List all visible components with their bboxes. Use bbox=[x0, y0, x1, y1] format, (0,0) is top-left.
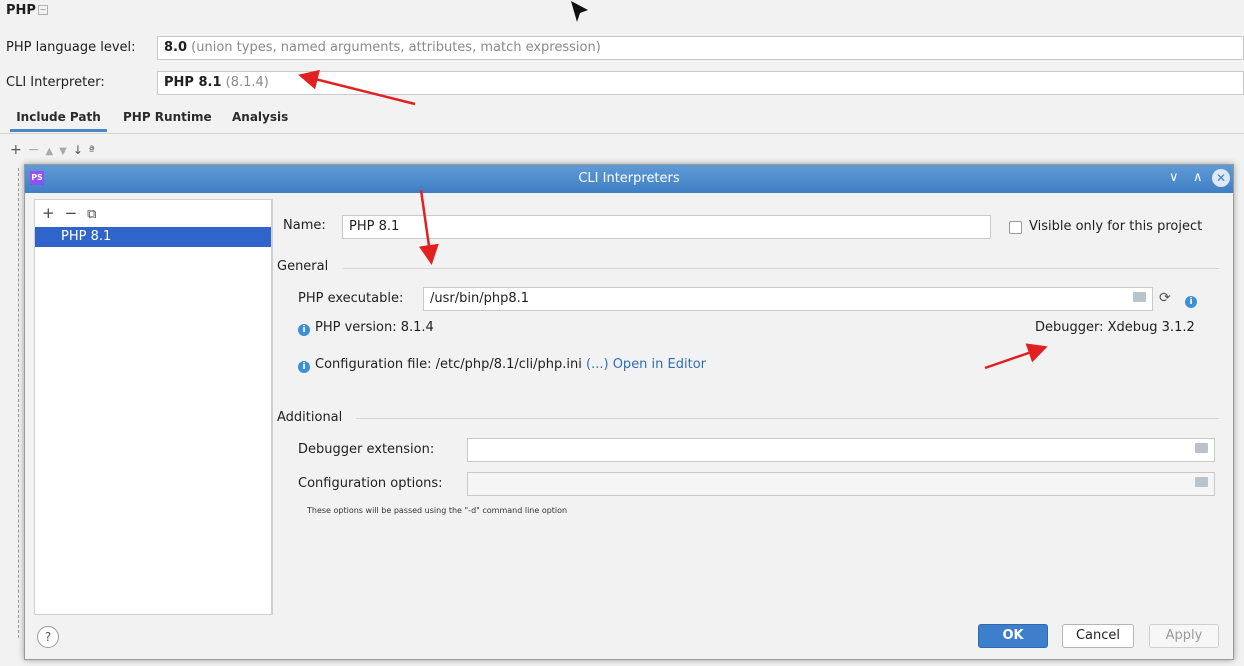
annotation-arrow bbox=[298, 69, 416, 106]
annotation-overlay bbox=[298, 69, 1048, 370]
annotation-arrow bbox=[984, 343, 1048, 370]
annotation-arrow bbox=[418, 189, 439, 265]
